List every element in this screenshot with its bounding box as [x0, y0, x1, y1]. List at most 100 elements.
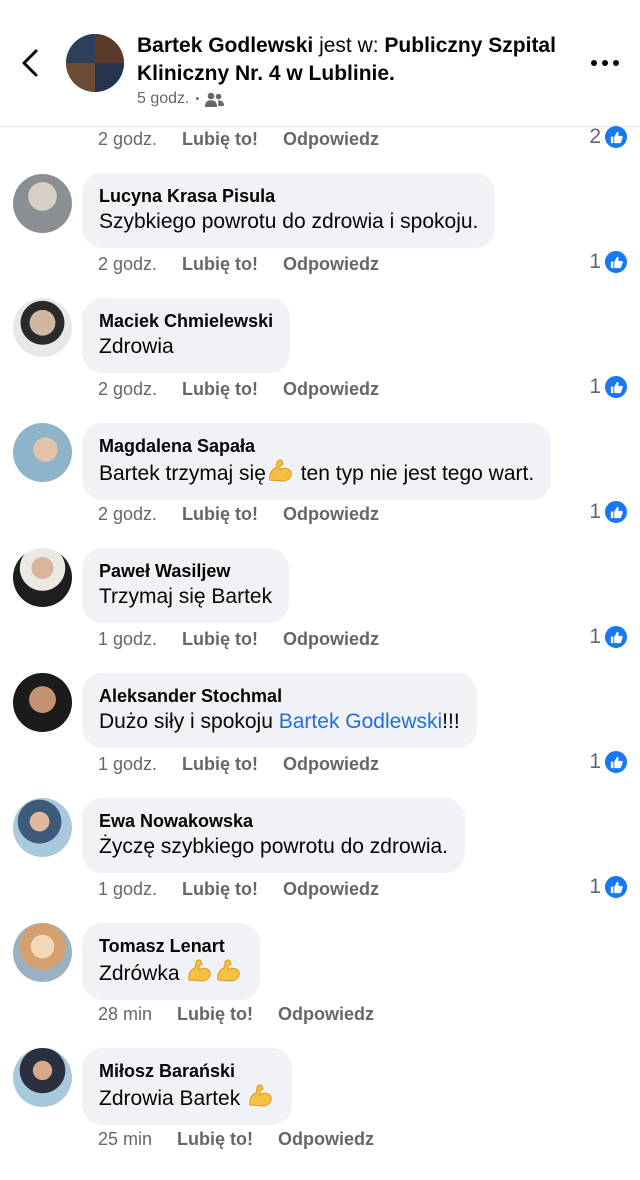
post-meta: 5 godz. •	[137, 90, 225, 108]
reply-button[interactable]: Odpowiedz	[283, 629, 379, 650]
avatar[interactable]	[13, 423, 72, 482]
comment-text: Szybkiego powrotu do zdrowia i spokoju.	[99, 210, 479, 233]
flexed-biceps-emoji	[188, 959, 212, 982]
comment-time[interactable]: 2 godz.	[98, 254, 157, 275]
like-button[interactable]: Lubię to!	[177, 1004, 253, 1025]
reply-button[interactable]: Odpowiedz	[283, 504, 379, 525]
comment-text: Dużo siły i spokoju Bartek Godlewski!!!	[99, 708, 460, 736]
comment-author[interactable]: Lucyna Krasa Pisula	[99, 184, 478, 208]
comment-author[interactable]: Miłosz Barański	[99, 1059, 275, 1083]
comment-actions: 1 godz. Lubię to! Odpowiedz	[98, 879, 404, 900]
back-chevron-icon	[22, 49, 38, 77]
comment-bubble: Tomasz Lenart Zdrówka	[82, 923, 261, 1000]
comment-actions: 1 godz. Lubię to! Odpowiedz	[98, 629, 404, 650]
comment-text-part: ten typ nie jest tego wart.	[294, 462, 535, 485]
mention-link[interactable]: Bartek Godlewski	[279, 710, 442, 733]
comment-author[interactable]: Paweł Wasiljew	[99, 559, 272, 583]
like-button[interactable]: Lubię to!	[182, 129, 258, 150]
post-title: Bartek Godlewski jest w: Publiczny Szpit…	[137, 32, 557, 88]
comment-actions: 2 godz. Lubię to! Odpowiedz	[98, 504, 404, 525]
reaction-count[interactable]: 2	[589, 125, 628, 149]
post-time[interactable]: 5 godz.	[137, 90, 189, 108]
post-header: Bartek Godlewski jest w: Publiczny Szpit…	[0, 0, 640, 127]
flexed-biceps-emoji	[269, 459, 292, 482]
like-button[interactable]: Lubię to!	[182, 504, 258, 525]
back-button[interactable]	[14, 46, 48, 80]
reply-button[interactable]: Odpowiedz	[283, 879, 379, 900]
comment-bubble: Ewa Nowakowska Życzę szybkiego powrotu d…	[82, 798, 465, 873]
like-thumb-icon	[604, 125, 628, 149]
reaction-count[interactable]: 1	[589, 500, 628, 524]
reaction-count[interactable]: 1	[589, 375, 628, 399]
like-button[interactable]: Lubię to!	[182, 379, 258, 400]
comment-author[interactable]: Ewa Nowakowska	[99, 809, 448, 833]
comment-bubble: Magdalena Sapała Bartek trzymaj się ten …	[82, 423, 552, 500]
post-author-name[interactable]: Bartek Godlewski	[137, 34, 313, 57]
comment-text: Zdrowia	[99, 335, 174, 358]
comment-bubble: Aleksander Stochmal Dużo siły i spokoju …	[82, 673, 477, 748]
reaction-count[interactable]: 1	[589, 250, 628, 274]
reaction-number: 1	[589, 375, 601, 398]
avatar[interactable]	[13, 548, 72, 607]
comment-text-part: !!!	[442, 710, 460, 733]
avatar[interactable]	[13, 798, 72, 857]
avatar[interactable]	[13, 174, 72, 233]
like-button[interactable]: Lubię to!	[182, 754, 258, 775]
like-thumb-icon	[604, 375, 628, 399]
avatar[interactable]	[13, 923, 72, 982]
like-thumb-icon	[604, 875, 628, 899]
comment-actions: 1 godz. Lubię to! Odpowiedz	[98, 754, 404, 775]
like-thumb-icon	[604, 250, 628, 274]
comment-time[interactable]: 2 godz.	[98, 129, 157, 150]
comment-text: Życzę szybkiego powrotu do zdrowia.	[99, 835, 448, 858]
reaction-count[interactable]: 1	[589, 625, 628, 649]
people-icon	[205, 92, 225, 107]
reaction-number: 1	[589, 875, 601, 898]
comment-bubble: Paweł Wasiljew Trzymaj się Bartek	[82, 548, 290, 623]
comment-author[interactable]: Maciek Chmielewski	[99, 309, 273, 333]
reaction-number: 1	[589, 250, 601, 273]
reply-button[interactable]: Odpowiedz	[283, 129, 379, 150]
comment-time[interactable]: 1 godz.	[98, 754, 157, 775]
comment-text-part: Zdrowia Bartek	[99, 1087, 241, 1110]
reaction-number: 1	[589, 500, 601, 523]
like-button[interactable]: Lubię to!	[182, 879, 258, 900]
comment-time[interactable]: 1 godz.	[98, 629, 157, 650]
reply-button[interactable]: Odpowiedz	[283, 379, 379, 400]
flexed-biceps-emoji	[249, 1084, 272, 1107]
avatar[interactable]	[13, 1048, 72, 1107]
like-thumb-icon	[604, 625, 628, 649]
like-button[interactable]: Lubię to!	[177, 1129, 253, 1150]
comment-actions: 2 godz. Lubię to! Odpowiedz	[98, 254, 404, 275]
comment-time[interactable]: 25 min	[98, 1129, 152, 1150]
comment-text: Zdrowia Bartek	[99, 1083, 275, 1113]
comment-text-part: Dużo siły i spokoju	[99, 710, 279, 733]
comment-author[interactable]: Magdalena Sapała	[99, 434, 534, 458]
like-button[interactable]: Lubię to!	[182, 254, 258, 275]
reaction-count[interactable]: 1	[589, 875, 628, 899]
comment-actions: 2 godz. Lubię to! Odpowiedz	[98, 379, 404, 400]
author-avatar[interactable]	[66, 34, 124, 92]
comment-actions: 25 min Lubię to! Odpowiedz	[98, 1129, 399, 1150]
comment-bubble: Lucyna Krasa Pisula Szybkiego powrotu do…	[82, 173, 496, 248]
reply-button[interactable]: Odpowiedz	[283, 754, 379, 775]
flexed-biceps-emoji	[217, 959, 241, 982]
comment-time[interactable]: 1 godz.	[98, 879, 157, 900]
reply-button[interactable]: Odpowiedz	[278, 1004, 374, 1025]
comment-time[interactable]: 2 godz.	[98, 504, 157, 525]
comment-time[interactable]: 28 min	[98, 1004, 152, 1025]
comment-actions: 28 min Lubię to! Odpowiedz	[98, 1004, 399, 1025]
avatar[interactable]	[13, 298, 72, 357]
avatar[interactable]	[13, 673, 72, 732]
comment-author[interactable]: Aleksander Stochmal	[99, 684, 460, 708]
reply-button[interactable]: Odpowiedz	[278, 1129, 374, 1150]
like-thumb-icon	[604, 500, 628, 524]
reaction-count[interactable]: 1	[589, 750, 628, 774]
more-options-button[interactable]	[588, 50, 622, 76]
comment-author[interactable]: Tomasz Lenart	[99, 934, 243, 958]
like-thumb-icon	[604, 750, 628, 774]
like-button[interactable]: Lubię to!	[182, 629, 258, 650]
comment-time[interactable]: 2 godz.	[98, 379, 157, 400]
reply-button[interactable]: Odpowiedz	[283, 254, 379, 275]
comment-text: Trzymaj się Bartek	[99, 585, 273, 608]
